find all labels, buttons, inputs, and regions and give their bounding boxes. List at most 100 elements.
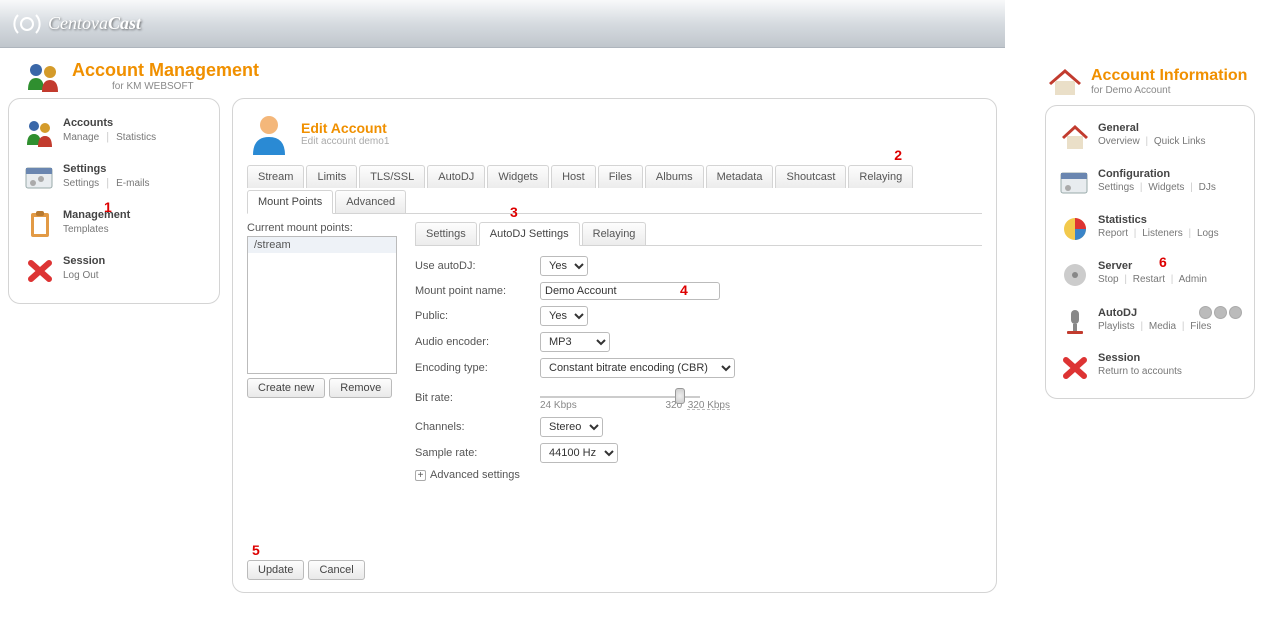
tab-files[interactable]: Files xyxy=(598,165,643,188)
link-config-widgets[interactable]: Widgets xyxy=(1148,182,1184,193)
left-sidebar: Accounts Manage | Statistics xyxy=(8,98,220,304)
sidebar-link-settings[interactable]: Settings xyxy=(63,178,99,189)
tab-host[interactable]: Host xyxy=(551,165,596,188)
link-autodj-media[interactable]: Media xyxy=(1149,321,1176,332)
select-enc-type[interactable]: Constant bitrate encoding (CBR) xyxy=(540,358,735,378)
link-server-admin[interactable]: Admin xyxy=(1179,274,1207,285)
microphone-icon xyxy=(1058,306,1092,336)
bitrate-slider[interactable] xyxy=(540,396,700,398)
tab-autodj[interactable]: AutoDJ xyxy=(427,165,485,188)
right-title: Account Information xyxy=(1091,67,1247,85)
pie-chart-icon xyxy=(1058,214,1092,244)
link-config-djs[interactable]: DJs xyxy=(1199,182,1216,193)
right-subtitle: for Demo Account xyxy=(1091,85,1247,96)
select-public[interactable]: Yes xyxy=(540,306,588,326)
annotation-5: 5 xyxy=(252,542,260,558)
sidebar-section-session: Session Log Out xyxy=(17,247,211,293)
tab-metadata[interactable]: Metadata xyxy=(706,165,774,188)
select-encoder[interactable]: MP3 xyxy=(540,332,610,352)
link-autodj-files[interactable]: Files xyxy=(1190,321,1211,332)
info-section-configuration: Configuration Settings | Widgets | DJs xyxy=(1054,160,1246,206)
select-sample[interactable]: 44100 Hz xyxy=(540,443,618,463)
input-mount-name[interactable] xyxy=(540,282,720,300)
create-new-button[interactable]: Create new xyxy=(247,378,325,398)
bitrate-cur-k: 320 Kbps xyxy=(688,400,730,411)
autodj-ctrl-2[interactable] xyxy=(1214,306,1227,319)
clipboard-icon xyxy=(23,209,57,239)
info-title-session: Session xyxy=(1098,352,1182,364)
sidebar-title-session: Session xyxy=(63,255,105,267)
cancel-button[interactable]: Cancel xyxy=(308,560,364,580)
top-bar: CentovaCast xyxy=(0,0,1005,48)
close-icon xyxy=(23,255,57,285)
main-panel: Edit Account Edit account demo1 Stream L… xyxy=(232,98,997,593)
mount-item-stream[interactable]: /stream xyxy=(248,237,396,253)
tab-relaying[interactable]: Relaying xyxy=(848,165,913,188)
users-icon xyxy=(24,60,64,92)
label-mount-name: Mount point name: xyxy=(415,285,540,297)
link-return-to-accounts[interactable]: Return to accounts xyxy=(1098,366,1182,377)
remove-button[interactable]: Remove xyxy=(329,378,392,398)
window-icon xyxy=(1058,168,1092,198)
sidebar-title-accounts: Accounts xyxy=(63,117,156,129)
mount-list-label: Current mount points: xyxy=(247,222,397,234)
label-bitrate: Bit rate: xyxy=(415,392,540,404)
disc-icon xyxy=(1058,260,1092,290)
tab-stream[interactable]: Stream xyxy=(247,165,304,188)
update-button[interactable]: Update xyxy=(247,560,304,580)
label-enc-type: Encoding type: xyxy=(415,362,540,374)
link-autodj-playlists[interactable]: Playlists xyxy=(1098,321,1135,332)
link-stats-logs[interactable]: Logs xyxy=(1197,228,1219,239)
subtab-autodj-settings[interactable]: AutoDJ Settings xyxy=(479,222,580,246)
autodj-ctrl-1[interactable] xyxy=(1199,306,1212,319)
sidebar-title-management: Management xyxy=(63,209,130,221)
link-stats-report[interactable]: Report xyxy=(1098,228,1128,239)
sidebar-title-settings: Settings xyxy=(63,163,149,175)
link-stats-listeners[interactable]: Listeners xyxy=(1142,228,1183,239)
info-title-statistics: Statistics xyxy=(1098,214,1219,226)
page-header: Account Management for KM WEBSOFT xyxy=(0,48,1005,98)
main-title: Edit Account xyxy=(301,120,389,136)
brand-logo-icon xyxy=(12,9,42,39)
sidebar-link-templates[interactable]: Templates xyxy=(63,224,109,235)
tab-tlsssl[interactable]: TLS/SSL xyxy=(359,165,425,188)
close-icon xyxy=(1058,352,1092,382)
select-channels[interactable]: Stereo xyxy=(540,417,603,437)
sidebar-section-management: Management Templates xyxy=(17,201,211,247)
sidebar-link-emails[interactable]: E-mails xyxy=(116,178,149,189)
sidebar-link-logout[interactable]: Log Out xyxy=(63,270,99,281)
select-use-autodj[interactable]: Yes xyxy=(540,256,588,276)
link-server-restart[interactable]: Restart xyxy=(1133,274,1165,285)
tab-widgets[interactable]: Widgets xyxy=(487,165,549,188)
link-overview[interactable]: Overview xyxy=(1098,136,1140,147)
page-subtitle: for KM WEBSOFT xyxy=(112,81,259,92)
expand-icon: + xyxy=(415,470,426,481)
sidebar-link-manage[interactable]: Manage xyxy=(63,132,99,143)
house-icon xyxy=(1045,65,1085,97)
tab-mount-points[interactable]: Mount Points xyxy=(247,190,333,214)
autodj-ctrl-3[interactable] xyxy=(1229,306,1242,319)
subtab-relaying[interactable]: Relaying xyxy=(582,222,647,245)
avatar-icon xyxy=(247,111,291,155)
info-section-server: Server Stop | Restart | Admin 6 xyxy=(1054,252,1246,298)
mount-list[interactable]: /stream xyxy=(247,236,397,374)
advanced-settings-toggle[interactable]: +Advanced settings xyxy=(415,469,982,481)
right-header: Account Information for Demo Account xyxy=(1045,65,1280,97)
sidebar-link-statistics[interactable]: Statistics xyxy=(116,132,156,143)
link-config-settings[interactable]: Settings xyxy=(1098,182,1134,193)
tab-albums[interactable]: Albums xyxy=(645,165,704,188)
info-panel: General Overview | Quick Links xyxy=(1045,105,1255,399)
bitrate-slider-thumb[interactable] xyxy=(675,388,685,404)
tab-advanced[interactable]: Advanced xyxy=(335,190,406,213)
label-channels: Channels: xyxy=(415,421,540,433)
link-quick-links[interactable]: Quick Links xyxy=(1154,136,1206,147)
tab-limits[interactable]: Limits xyxy=(306,165,357,188)
subtab-settings[interactable]: Settings xyxy=(415,222,477,245)
info-section-general: General Overview | Quick Links xyxy=(1054,114,1246,160)
tab-shoutcast[interactable]: Shoutcast xyxy=(775,165,846,188)
info-title-configuration: Configuration xyxy=(1098,168,1216,180)
label-public: Public: xyxy=(415,310,540,322)
link-server-stop[interactable]: Stop xyxy=(1098,274,1119,285)
label-use-autodj: Use autoDJ: xyxy=(415,260,540,272)
info-title-autodj: AutoDJ xyxy=(1098,307,1137,319)
